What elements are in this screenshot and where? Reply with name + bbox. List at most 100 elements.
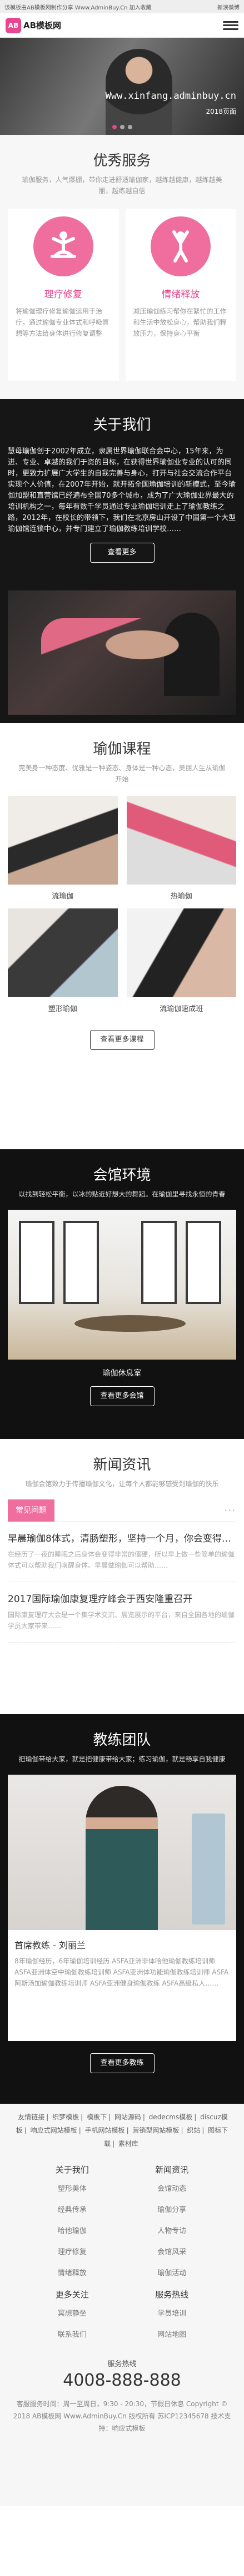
footer-link[interactable]: 会馆动态 [122,2179,222,2200]
yoga-stretch-icon [151,216,211,276]
course-card[interactable]: 流瑜伽速成班 [126,908,236,1013]
footer-link[interactable]: 网站地图 [122,2325,222,2346]
coach-name: 首席教练 - 刘丽兰 [14,1940,86,1951]
footer-link[interactable]: 哈他瑜伽 [22,2221,122,2242]
environment-section: 会馆环境 以找到轻松平衡，以冰的贴近好想大的舞蹈。在瑜伽里寻找永恒的青春 瑜伽休… [0,1149,244,1439]
friend-link[interactable]: 模板下 [87,2113,107,2121]
footer-col-head[interactable]: 新闻资讯 [122,2164,222,2175]
env-more-button[interactable]: 查看更多会馆 [89,1386,155,1406]
team-title: 教练团队 [93,1732,151,1749]
meditation-icon [33,216,93,276]
more-icon[interactable]: ··· [225,1505,236,1516]
coach-card[interactable]: 首席教练 - 刘丽兰 8年瑜伽经历，6年瑜伽培训经历 ASFA亚洲非体哈他瑜伽教… [8,1775,236,2041]
about-title: 关于我们 [93,417,151,433]
service-text: 减压瑜伽练习帮你在繁忙的工作和生活中放松身心，帮助我们释放压力，保持身心平衡 [133,307,227,337]
course-name: 热瑜伽 [170,892,192,901]
course-photo [8,796,118,885]
footer-col: 关于我们 塑形美体 经典传承 哈他瑜伽 理疗修复 情绪释放 更多关注 冥想静坐 … [22,2159,122,2346]
footer-link[interactable]: 情绪释放 [22,2263,122,2284]
team-more-button[interactable]: 查看更多教练 [89,2053,155,2073]
course-name: 塑形瑜伽 [48,1005,77,1013]
course-card[interactable]: 流瑜伽 [8,796,118,901]
news-item[interactable]: 早晨瑜伽8体式，清肠塑形，坚持一个月，你会变得更美 在经历了一夜的睡眠之后身体会… [0,1522,244,1582]
friend-link[interactable]: dedecms模板 [149,2113,193,2121]
footer-link[interactable]: 塑形美体 [22,2179,122,2200]
weibo-link[interactable]: 新浪微博 [217,3,240,11]
service-title: 理疗修复 [44,289,82,300]
service-card[interactable]: 情绪释放 减压瑜伽练习帮你在繁忙的工作和生活中放松身心，帮助我们释放压力，保持身… [125,209,236,381]
hero-banner[interactable]: Www.xinfang.adminbuy.cn 2018页面 [0,38,244,135]
services-title: 优秀服务 [93,153,151,169]
friend-link: 友情链接 [18,2113,45,2121]
course-photo [126,796,236,885]
footer-link[interactable]: 冥想静坐 [22,2304,122,2325]
banner-url: Www.xinfang.adminbuy.cn [105,90,236,102]
news-desc: 瑜伽会馆致力于传播瑜伽文化，让每个人都能够感受到瑜伽的快乐 [25,1480,219,1488]
course-card[interactable]: 塑形瑜伽 [8,908,118,1013]
news-item-title[interactable]: 早晨瑜伽8体式，清肠塑形，坚持一个月，你会变得更美 [8,1531,236,1544]
friend-link[interactable]: 网站源码 [114,2113,141,2121]
news-tabbar: 常见问题 ··· [8,1499,236,1522]
banner-dot[interactable] [119,125,125,129]
footer-link[interactable]: 瑜伽活动 [122,2263,222,2284]
courses-section: 瑜伽课程 完美身一种态度、优雅是一种姿态、身体是一种心态，美丽人生从瑜伽开始 流… [0,723,244,1149]
hamburger-menu-icon[interactable] [223,19,238,32]
services-section: 优秀服务 瑜伽服务，人气爆棚，带你走进舒适瑜伽家，越练越健康，越练越美丽，越练越… [0,135,244,399]
course-photo [126,908,236,997]
friend-link[interactable]: 响应式网站模板 [31,2127,77,2134]
footer-link[interactable]: 会馆风采 [122,2242,222,2263]
footer-col: 新闻资讯 会馆动态 瑜伽分享 人物专访 会馆风采 瑜伽活动 服务热线 学员培训 … [122,2159,222,2346]
footer-link[interactable]: 联系我们 [22,2325,122,2346]
news-item-desc: 在经历了一夜的睡眠之后身体会变得非常的僵硬，所以早上做一些简单的瑜伽体式可以帮助… [8,1549,236,1582]
course-card[interactable]: 热瑜伽 [126,796,236,901]
service-card[interactable]: 理疗修复 将瑜伽理疗修复瑜伽运用于治疗，通过瑜伽专业体式和呼吸冥想等方法给身体进… [8,209,119,381]
friend-link[interactable]: 手机网站模板 [85,2127,125,2134]
team-section: 教练团队 把瑜伽带给大家，就是把健康带给大家；练习瑜伽，就是畅享自我健康 首席教… [0,1714,244,2104]
site-footer: 友情链接 | 织梦模板 | 模板下 | 网站源码 | dedecms模板 | discuz… [0,2104,244,2506]
team-desc: 把瑜伽带给大家，就是把健康带给大家；练习瑜伽，就是畅享自我健康 [18,1755,226,1763]
friend-link[interactable]: 营销型网站模板 [132,2127,179,2134]
logo-text: AB模板网 [23,21,62,31]
top-bar: 该模板由AB模板网制作分享 Www.AdminBuy.Cn 加入收藏 新浪微博 [0,0,244,13]
courses-desc: 完美身一种态度、优雅是一种姿态、身体是一种心态，美丽人生从瑜伽开始 [18,764,226,783]
env-photo[interactable] [8,1210,236,1360]
footer-link[interactable]: 经典传承 [22,2200,122,2221]
banner-page-label: 2018页面 [206,108,236,115]
course-name: 流瑜伽 [52,892,74,901]
news-item-title[interactable]: 2017国际瑜伽康复理疗峰会于西安隆重召开 [8,1591,236,1605]
about-text: 慧母瑜伽创于2002年成立，隶属世界瑜伽联合会中心，15年来，为进、专业、卓越的… [8,447,236,533]
about-more-button[interactable]: 查看更多 [89,543,155,563]
tab-faq[interactable]: 常见问题 [8,1499,54,1522]
service-text: 将瑜伽理疗修复瑜伽运用于治疗，通过瑜伽专业体式和呼吸冥想等方法给身体进行修复调整 [16,307,109,337]
env-title: 会馆环境 [93,1167,151,1184]
hotline-number[interactable]: 4008-888-888 [0,2371,244,2390]
footer-col-head[interactable]: 服务热线 [122,2289,222,2300]
footer-link[interactable]: 瑜伽分享 [122,2200,222,2221]
friend-link[interactable]: 织梦模板 [52,2113,79,2121]
site-logo[interactable]: AB AB模板网 [6,17,62,33]
friend-link[interactable]: 织站 [187,2127,200,2134]
banner-dot[interactable] [127,125,132,129]
news-item-desc: 国际康复理疗大会是一个集学术交流、展览展示的平台，来自全国各地的瑜伽学员大家带来… [8,1609,236,1643]
copyright: 客服服务时间：周一至周日，9:30 - 20:30，节假日休息 Copyrigh… [13,2400,231,2432]
footer-col-head[interactable]: 更多关注 [22,2289,122,2300]
topbar-notice: 该模板由AB模板网制作分享 Www.AdminBuy.Cn 加入收藏 [4,4,152,11]
courses-title: 瑜伽课程 [93,741,151,757]
news-title: 新闻资讯 [93,1457,151,1473]
footer-link[interactable]: 学员培训 [122,2304,222,2325]
env-desc: 以找到轻松平衡，以冰的贴近好想大的舞蹈。在瑜伽里寻找永恒的青春 [18,1190,226,1198]
friend-link[interactable]: 素材库 [118,2140,138,2148]
about-photo [8,590,236,715]
banner-pagination [0,125,244,129]
footer-col-head[interactable]: 关于我们 [22,2164,122,2175]
footer-link[interactable]: 人物专访 [122,2221,222,2242]
about-section: 关于我们 慧母瑜伽创于2002年成立，隶属世界瑜伽联合会中心，15年来，为进、专… [0,399,244,723]
course-name: 流瑜伽速成班 [160,1005,203,1013]
banner-dot[interactable] [112,125,117,129]
footer-link[interactable]: 理疗修复 [22,2242,122,2263]
news-item[interactable]: 2017国际瑜伽康复理疗峰会于西安隆重召开 国际康复理疗大会是一个集学术交流、展… [0,1582,244,1643]
env-caption: 瑜伽休息室 [102,1369,142,1378]
coach-desc: 8年瑜伽经历，6年瑜伽培训经历 ASFA亚洲非体哈他瑜伽教练培训师 ASFA亚洲… [14,1957,229,1987]
hotline-title: 服务热线 [107,2360,137,2368]
courses-more-button[interactable]: 查看更多课程 [89,1030,155,1050]
